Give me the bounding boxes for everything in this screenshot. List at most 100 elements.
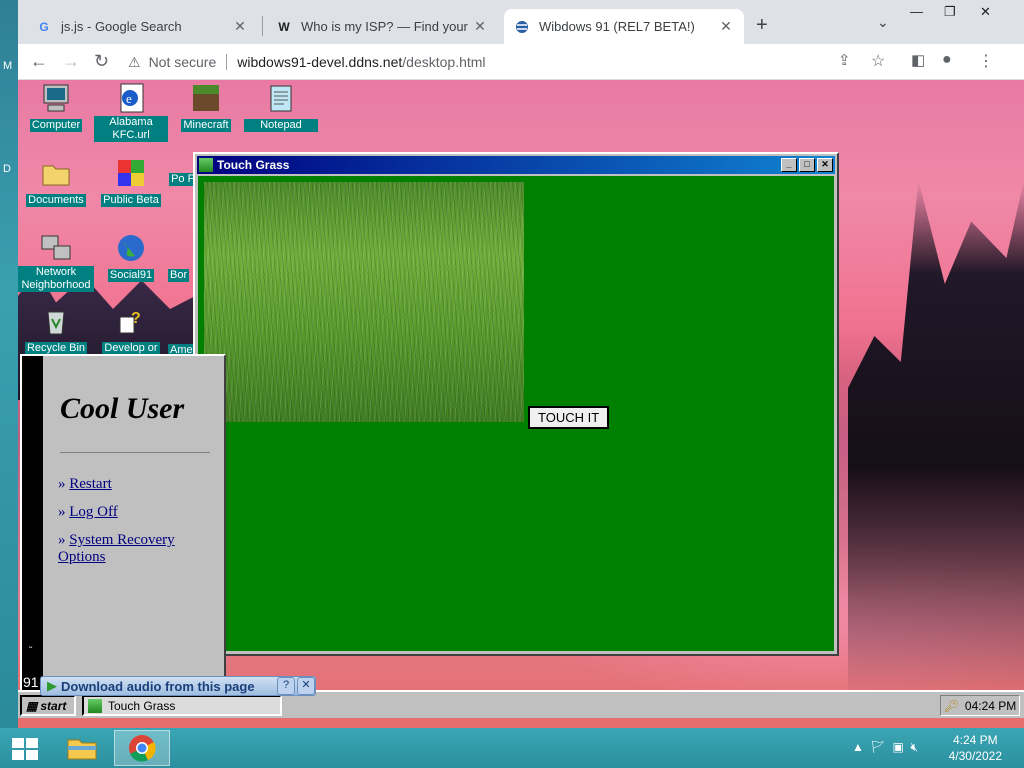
grass-icon <box>199 158 213 172</box>
menu-item-restart[interactable]: » Restart <box>58 476 112 493</box>
host-clock[interactable]: 4:24 PM 4/30/2022 <box>949 732 1002 764</box>
profile-icon[interactable]: ● <box>942 51 952 69</box>
icon-label: Bor <box>168 269 190 282</box>
key-icon: 🔑︎ <box>943 698 959 713</box>
tree-silhouette <box>848 180 1024 700</box>
taskbar-item-touch-grass[interactable]: Touch Grass <box>82 695 282 716</box>
svg-text:e: e <box>126 91 132 106</box>
minecraft-icon <box>190 82 222 114</box>
sidebar-version: 91 <box>23 674 39 690</box>
close-icon[interactable]: ✕ <box>232 18 248 35</box>
url-host: wibdows91-devel.ddns.net <box>237 54 403 70</box>
wibdows-icon <box>514 19 530 35</box>
tab-title: js.js - Google Search <box>61 19 182 34</box>
url-path: /desktop.html <box>402 54 486 70</box>
start-button[interactable]: ▦ start <box>20 695 76 716</box>
tray-clock[interactable]: 04:24 PM <box>965 699 1016 713</box>
icon-label: Notepad <box>244 119 318 132</box>
download-label[interactable]: Download audio from this page <box>61 679 275 694</box>
url-text[interactable]: wibdows91-devel.ddns.net/desktop.html <box>237 54 485 70</box>
notepad-icon <box>265 82 297 114</box>
system-recovery-link[interactable]: System Recovery Options <box>58 532 175 565</box>
desktop-icon-notepad[interactable]: Notepad <box>243 82 319 132</box>
desktop-icon-minecraft[interactable]: Minecraft <box>168 82 244 132</box>
start-label: start <box>40 698 67 713</box>
icon-label: Social91 <box>107 269 155 282</box>
arrow-icon: » <box>58 532 66 548</box>
file-explorer-icon[interactable] <box>54 730 110 766</box>
new-tab-button[interactable]: + <box>756 14 768 37</box>
reload-icon[interactable]: ↻ <box>94 51 109 72</box>
internet-shortcut-icon: e <box>115 82 147 114</box>
tab-wibdows[interactable]: Wibdows 91 (REL7 BETA!) ✕ <box>504 9 744 44</box>
tab-title: Wibdows 91 (REL7 BETA!) <box>539 19 695 34</box>
window-client: TOUCH IT <box>198 176 834 651</box>
security-label[interactable]: Not secure <box>149 54 217 70</box>
desktop-icon-documents[interactable]: Documents <box>18 157 94 207</box>
menu-item-system-recovery[interactable]: » System Recovery Options <box>58 532 208 566</box>
help-button[interactable]: ? <box>277 677 295 695</box>
warning-icon[interactable]: ⚠ <box>128 54 141 71</box>
close-button[interactable]: ✕ <box>297 677 315 695</box>
tray-icons[interactable]: ▲ 🚩︎ ▣ 🔇︎ <box>852 740 918 755</box>
system-tray: 🔑︎ 04:24 PM <box>940 695 1020 716</box>
taskbar-item-label: Touch Grass <box>108 698 176 713</box>
desktop-icon-develop[interactable]: ? Develop or <box>93 305 169 355</box>
side-panel-icon[interactable]: ◧ <box>911 51 925 69</box>
folder-icon <box>40 157 72 189</box>
minimize-button[interactable]: _ <box>781 158 797 172</box>
touch-it-button[interactable]: TOUCH IT <box>528 406 610 429</box>
chevron-down-icon[interactable]: ⌄ <box>877 14 889 31</box>
user-name: Cool User <box>60 392 185 425</box>
globe-icon <box>115 232 147 264</box>
menu-item-log-off[interactable]: » Log Off <box>58 504 118 521</box>
icon-label: Alabama KFC.url <box>94 116 168 142</box>
window-title: Touch Grass <box>217 158 290 172</box>
back-icon[interactable]: ← <box>30 51 48 72</box>
recycle-bin-icon <box>40 305 72 337</box>
star-icon[interactable]: ☆ <box>871 51 885 71</box>
host-time: 4:24 PM <box>952 733 998 747</box>
start-menu: ᵕ 91 Cool User » Restart » Log Off » Sys… <box>20 354 226 694</box>
log-off-link[interactable]: Log Off <box>69 504 117 520</box>
desktop-icon-social91[interactable]: Social91 <box>93 232 169 282</box>
window-titlebar[interactable]: Touch Grass _ □ ✕ <box>197 156 835 174</box>
restart-link[interactable]: Restart <box>69 476 112 492</box>
close-icon[interactable]: ✕ <box>472 18 488 35</box>
minimize-icon[interactable]: — <box>910 4 923 19</box>
forward-icon[interactable]: → <box>62 51 80 72</box>
maximize-button[interactable]: □ <box>799 158 815 172</box>
desktop-icon-computer[interactable]: Computer <box>18 82 94 132</box>
wibdows-desktop: Computer e Alabama KFC.url Minecraft Not… <box>18 80 1024 728</box>
desktop-icon-network-neighborhood[interactable]: Network Neighborhood <box>18 232 94 292</box>
public-beta-icon <box>115 157 147 189</box>
icon-label: Minecraft <box>181 119 231 132</box>
menu-icon[interactable]: ⋮ <box>978 51 994 71</box>
windows-start-icon[interactable] <box>12 738 38 760</box>
sidebar-mark: ᵕ <box>29 642 33 652</box>
tab-divider <box>262 16 263 36</box>
tab-title: Who is my ISP? — Find your Inte <box>301 19 472 34</box>
desktop-icon-public-beta[interactable]: Public Beta <box>93 157 169 207</box>
tab-strip: G js.js - Google Search ✕ W Who is my IS… <box>18 0 1024 44</box>
chrome-icon[interactable] <box>114 730 170 766</box>
desktop-icon-alabama-kfc[interactable]: e Alabama KFC.url <box>93 82 169 142</box>
play-icon: ▶ <box>47 678 57 693</box>
desktop-icon-recycle-bin[interactable]: Recycle Bin <box>18 305 94 355</box>
maximize-icon[interactable]: ❐ <box>944 4 956 20</box>
close-window-icon[interactable]: ✕ <box>980 4 991 20</box>
grass-icon <box>88 698 102 713</box>
network-icon <box>40 232 72 264</box>
close-icon[interactable]: ✕ <box>718 18 734 35</box>
tab-isp[interactable]: W Who is my ISP? — Find your Inte ✕ <box>266 9 498 44</box>
share-icon[interactable]: ⇪ <box>838 51 851 69</box>
icon-label: Network Neighborhood <box>18 266 94 292</box>
svg-text:?: ? <box>131 310 141 327</box>
host-letter: D <box>3 163 11 175</box>
close-button[interactable]: ✕ <box>817 158 833 172</box>
host-date: 4/30/2022 <box>948 749 1002 763</box>
address-bar[interactable]: ⚠ Not secure wibdows91-devel.ddns.net/de… <box>128 48 838 76</box>
start-menu-sidebar: ᵕ 91 <box>22 356 43 692</box>
tab-google-search[interactable]: G js.js - Google Search ✕ <box>26 9 258 44</box>
download-audio-bar[interactable]: ▶ Download audio from this page ? ✕ <box>40 676 316 696</box>
